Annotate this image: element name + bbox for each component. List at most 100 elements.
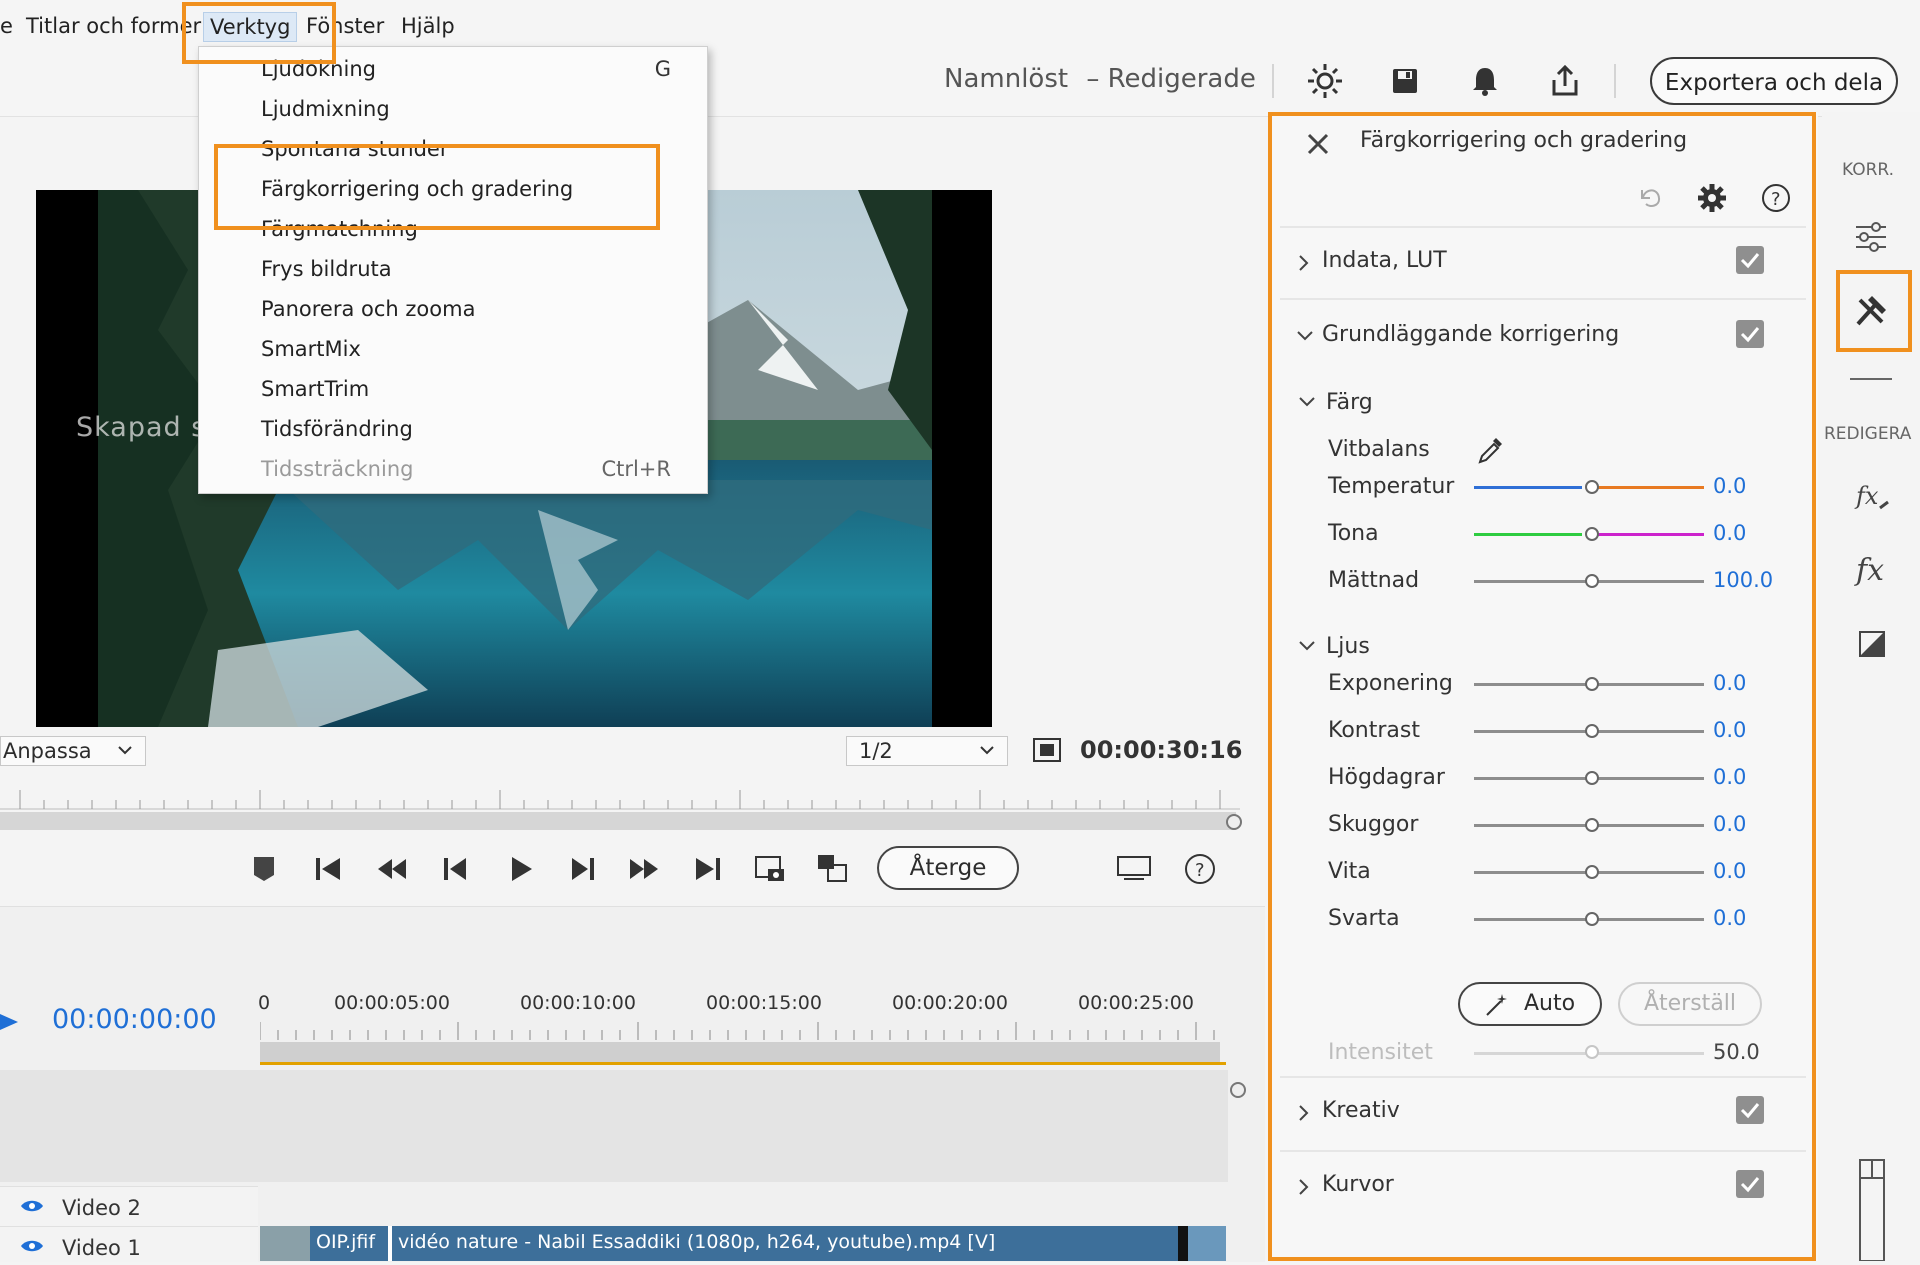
chevron-right-icon[interactable]: [1298, 1104, 1310, 1122]
chevron-right-icon[interactable]: [1298, 1178, 1310, 1196]
export-frame-icon[interactable]: [750, 849, 790, 889]
adjust-sliders-icon[interactable]: [1852, 220, 1890, 254]
kreativ-checkbox[interactable]: [1736, 1096, 1764, 1124]
slider-label: Exponering: [1328, 671, 1453, 696]
fit-dropdown[interactable]: Anpassa: [0, 736, 146, 766]
tools-icon[interactable]: [1852, 290, 1892, 330]
chevron-down-icon[interactable]: [1296, 330, 1314, 342]
slider-value[interactable]: 0.0: [1713, 521, 1746, 545]
eyedropper-icon[interactable]: [1474, 436, 1504, 466]
svg-text:fx: fx: [1854, 553, 1884, 588]
slider-value[interactable]: 0.0: [1713, 671, 1746, 695]
project-state: – Redigerade: [1086, 64, 1256, 94]
effects-icon[interactable]: fx: [1854, 552, 1890, 588]
light-subsection-label[interactable]: Ljus: [1326, 634, 1370, 659]
monitor-settings-icon[interactable]: [1114, 849, 1154, 889]
menu-item-time-stretch[interactable]: Tidssträckning: [261, 457, 413, 481]
intensity-slider-handle[interactable]: [1585, 1045, 1599, 1059]
auto-button[interactable]: Auto: [1458, 982, 1602, 1026]
marker-icon[interactable]: [244, 849, 284, 889]
menu-item-edit-partial[interactable]: e: [0, 14, 13, 38]
monitor-scrub-bar[interactable]: [0, 812, 1236, 830]
track-header-video-2[interactable]: Video 2: [0, 1186, 258, 1227]
timeline-current-time[interactable]: 00:00:00:00: [52, 1004, 217, 1035]
brightness-icon[interactable]: [1306, 62, 1344, 100]
toolbar-divider: [1272, 64, 1274, 98]
save-icon[interactable]: [1386, 62, 1424, 100]
scrub-end-handle[interactable]: [1226, 814, 1242, 830]
slider-label: Kontrast: [1328, 718, 1420, 743]
go-to-start-icon[interactable]: [308, 849, 348, 889]
slider-handle[interactable]: [1585, 771, 1599, 785]
track-header-video-1[interactable]: Video 1: [0, 1226, 258, 1262]
timeline-empty-area[interactable]: [0, 1070, 1228, 1182]
timeline-scroll-handle[interactable]: [1230, 1082, 1246, 1098]
timeline-tick-label: 00:00:20:00: [892, 992, 1008, 1014]
slider-handle[interactable]: [1585, 527, 1599, 541]
slider-handle[interactable]: [1585, 574, 1599, 588]
highlight-tools-menu: [182, 2, 336, 64]
work-area-bar[interactable]: [260, 1042, 1220, 1062]
render-button[interactable]: Återge: [877, 846, 1019, 890]
snap-icon[interactable]: [0, 1010, 24, 1034]
slider-handle[interactable]: [1585, 724, 1599, 738]
slider-value[interactable]: 0.0: [1713, 474, 1746, 498]
track-label: Video 2: [62, 1196, 141, 1220]
insert-clip-icon[interactable]: [812, 849, 852, 889]
menu-item-smarttrim[interactable]: SmartTrim: [261, 377, 369, 401]
menu-item-help[interactable]: Hjälp: [401, 14, 455, 38]
project-name: Namnlöst: [944, 64, 1069, 94]
reset-button[interactable]: Återställ: [1618, 982, 1762, 1026]
menu-item-smartmix[interactable]: SmartMix: [261, 337, 361, 361]
menu-shortcut: G: [654, 57, 671, 81]
go-to-end-icon[interactable]: [688, 849, 728, 889]
clip-end-marker: [1178, 1226, 1188, 1261]
share-icon[interactable]: [1546, 62, 1584, 100]
menu-item-audio-mix[interactable]: Ljudmixning: [261, 97, 390, 121]
applied-effects-icon[interactable]: fx: [1854, 480, 1890, 516]
color-subsection-label[interactable]: Färg: [1326, 390, 1373, 415]
menu-item-titles[interactable]: Titlar och former: [26, 14, 201, 38]
slider-value[interactable]: 0.0: [1713, 812, 1746, 836]
undo-icon[interactable]: [1634, 182, 1664, 212]
chevron-down-icon[interactable]: [1298, 640, 1316, 652]
export-share-button[interactable]: Exportera och dela: [1650, 57, 1898, 105]
play-icon[interactable]: [500, 849, 540, 889]
clip-thumbnail: [1188, 1226, 1226, 1261]
transitions-icon[interactable]: [1858, 630, 1886, 658]
help-icon[interactable]: ?: [1760, 182, 1792, 214]
timeline-ruler[interactable]: [260, 1020, 1226, 1040]
slider-handle[interactable]: [1585, 480, 1599, 494]
step-back-icon[interactable]: [436, 849, 476, 889]
slider-handle[interactable]: [1585, 677, 1599, 691]
menu-item-freeze-frame[interactable]: Frys bildruta: [261, 257, 392, 281]
kurvor-checkbox[interactable]: [1736, 1170, 1764, 1198]
slider-label: Vita: [1328, 859, 1371, 884]
step-forward-icon[interactable]: [562, 849, 602, 889]
quality-dropdown[interactable]: 1/2: [846, 736, 1008, 766]
fullscreen-icon[interactable]: [1032, 736, 1062, 766]
gear-icon[interactable]: [1696, 182, 1728, 214]
help-icon[interactable]: ?: [1180, 849, 1220, 889]
chevron-down-icon[interactable]: [1298, 396, 1316, 408]
indata-checkbox[interactable]: [1736, 246, 1764, 274]
menu-item-pan-zoom[interactable]: Panorera och zooma: [261, 297, 475, 321]
chevron-right-icon[interactable]: [1298, 254, 1310, 272]
eye-icon[interactable]: [20, 1199, 44, 1213]
slider-value[interactable]: 0.0: [1713, 765, 1746, 789]
slider-value[interactable]: 0.0: [1713, 859, 1746, 883]
basic-correction-checkbox[interactable]: [1736, 320, 1764, 348]
close-icon[interactable]: [1306, 132, 1330, 156]
bell-icon[interactable]: [1466, 62, 1504, 100]
slider-handle[interactable]: [1585, 865, 1599, 879]
slider-handle[interactable]: [1585, 912, 1599, 926]
slider-value[interactable]: 0.0: [1713, 906, 1746, 930]
slider-value[interactable]: 100.0: [1713, 568, 1773, 592]
slider-value[interactable]: 0.0: [1713, 718, 1746, 742]
slider-handle[interactable]: [1585, 818, 1599, 832]
eye-icon[interactable]: [20, 1239, 44, 1253]
section-label[interactable]: Grundläggande korrigering: [1322, 322, 1619, 347]
next-edit-icon[interactable]: [624, 849, 664, 889]
menu-item-time-remapping[interactable]: Tidsförändring: [261, 417, 413, 441]
previous-edit-icon[interactable]: [372, 849, 412, 889]
